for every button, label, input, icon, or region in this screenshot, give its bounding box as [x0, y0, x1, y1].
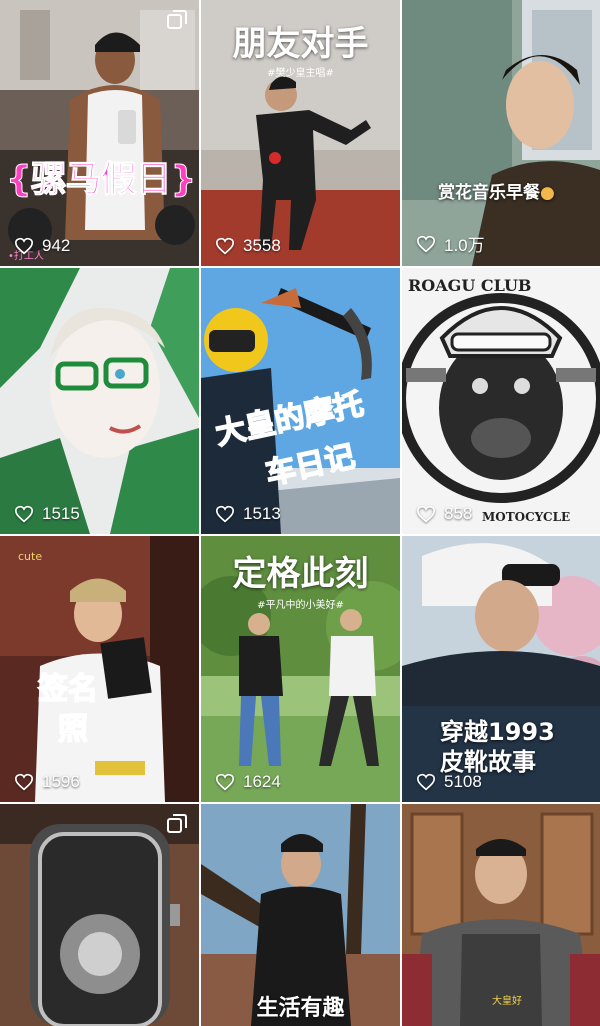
burger-icon: ●	[540, 183, 555, 203]
multi-image-icon	[167, 814, 187, 833]
like-count-value: 1513	[243, 504, 281, 523]
heart-icon	[215, 237, 235, 255]
multi-image-icon	[167, 10, 187, 29]
like-count: 3558	[215, 236, 281, 256]
video-tile-7[interactable]: cute 签名 照 1596	[0, 536, 199, 802]
heart-icon	[215, 505, 235, 523]
like-count: 1515	[14, 504, 80, 524]
heart-icon	[416, 235, 436, 252]
caption-text: 定格此刻	[232, 554, 369, 594]
video-tile-2[interactable]: 朋友对手 #樊少皇主唱# 3558	[201, 0, 400, 266]
caption-text: 生活有趣	[256, 996, 345, 1021]
badge-bottom-text: MOTOCYCLE	[482, 510, 571, 524]
video-tile-10[interactable]	[0, 804, 199, 1026]
video-tile-9[interactable]: 穿越1993 皮靴故事 5108	[402, 536, 600, 802]
thumbnail-illustration	[0, 268, 199, 534]
thumbnail-autograph	[0, 536, 199, 802]
caption-text: 赏花音乐早餐●	[438, 178, 555, 203]
heart-icon	[14, 773, 34, 791]
like-count: 5108	[416, 772, 482, 792]
like-count-value: 5108	[444, 772, 482, 791]
heart-icon	[14, 237, 34, 255]
caption-text: {骡马假日}	[5, 159, 196, 201]
like-count-value: 942	[42, 236, 71, 255]
like-count: 1.0万	[416, 231, 485, 256]
like-count-value: 858	[444, 504, 473, 523]
like-count: 858	[416, 504, 472, 524]
like-count-value: 1596	[42, 772, 80, 791]
video-grid: {骡马假日} •打工人 942 朋友对手 #樊少皇主唱# 3558 赏花音乐早餐…	[0, 0, 600, 1026]
caption-line-2: 照	[57, 711, 89, 748]
subcaption-text: #樊少皇主唱#	[267, 68, 334, 79]
video-tile-11[interactable]: 生活有趣	[201, 804, 400, 1026]
like-count-value: 1.0万	[444, 236, 485, 255]
video-tile-1[interactable]: {骡马假日} •打工人 942	[0, 0, 199, 266]
video-tile-3[interactable]: 赏花音乐早餐● 1.0万	[402, 0, 600, 266]
caption-line-1: 签名	[37, 671, 99, 708]
heart-icon	[416, 773, 436, 791]
thumbnail-gym	[0, 0, 199, 266]
like-count-value: 1515	[42, 504, 80, 523]
like-count: 1596	[14, 772, 80, 792]
like-count: 1624	[215, 772, 281, 792]
like-count: 1513	[215, 504, 281, 524]
caption-text-value: 赏花音乐早餐	[438, 183, 540, 203]
caption-text: 朋友对手	[232, 24, 369, 64]
like-count-value: 1624	[243, 772, 281, 791]
heart-icon	[215, 773, 235, 791]
video-tile-4[interactable]: 1515	[0, 268, 199, 534]
heart-icon	[416, 505, 436, 523]
heart-icon	[14, 505, 34, 523]
thumbnail-watch	[0, 804, 199, 1026]
corner-tag: cute	[18, 550, 43, 563]
thumbnail-selfie	[402, 0, 600, 266]
video-tile-8[interactable]: 定格此刻 #平凡中的小美好# 1624	[201, 536, 400, 802]
like-count: 942	[14, 236, 70, 256]
video-tile-12[interactable]: 大皇好	[402, 804, 600, 1026]
video-tile-5[interactable]: 大皇的摩托 车日记 1513	[201, 268, 400, 534]
subcaption-text: #平凡中的小美好#	[257, 600, 344, 611]
video-tile-6[interactable]: ROAGU CLUB MOTOCYCLE 858	[402, 268, 600, 534]
like-count-value: 3558	[243, 236, 281, 255]
thumbnail-gorilla-badge	[402, 268, 600, 534]
badge-top-text: ROAGU CLUB	[408, 276, 532, 295]
caption-tag: 大皇好	[492, 996, 522, 1007]
